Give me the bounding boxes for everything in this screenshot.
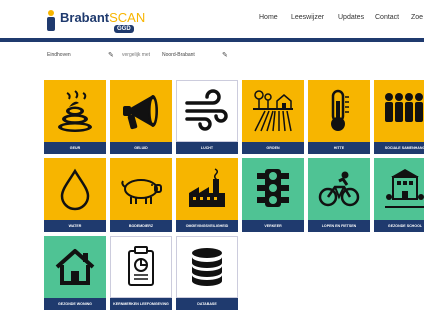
location-compare-label: vergelijk met [122, 52, 151, 58]
tile-top [242, 158, 304, 220]
cyclist-icon [318, 171, 360, 207]
nav-home[interactable]: Home [259, 14, 278, 21]
tile-gezonde-woning[interactable]: GEZONDE WONING [44, 236, 106, 310]
location-bar: Eindhoven ✎ vergelijk met Noord-Brabant … [0, 42, 424, 68]
tile-top [242, 80, 304, 142]
thermometer-icon [331, 89, 349, 131]
tile-label: GEUR [44, 142, 106, 154]
pig-icon [121, 179, 162, 204]
house-icon [55, 249, 95, 285]
tile-top [176, 236, 238, 298]
location-region[interactable]: Noord-Brabant [162, 52, 195, 58]
main-nav: Home Leeswijzer Updates Contact Zoe [0, 14, 424, 26]
poop-icon [58, 90, 92, 132]
tile-top [308, 80, 370, 142]
tile-label: VERKEER [242, 220, 304, 232]
nav-zoeken[interactable]: Zoe [411, 14, 423, 21]
tile-label: DATABASE [176, 298, 238, 310]
farm-icon [253, 90, 293, 132]
tile-label: GEZONDE SCHOOL [374, 220, 424, 232]
megaphone-icon [123, 95, 158, 130]
tile-label: OMGEVINGSVEILIGHEID [176, 220, 238, 232]
logo-badge: GGD [114, 25, 134, 33]
tile-sociale-samenhang[interactable]: SOCIALE SAMENHANG [374, 80, 424, 154]
people-icon [385, 93, 423, 122]
factory-icon [189, 168, 225, 207]
tile-label: GELUID [110, 142, 172, 154]
tile-geur[interactable]: GEUR [44, 80, 106, 154]
tile-top [44, 158, 106, 220]
tile-groen[interactable]: GROEN [242, 80, 304, 154]
tile-label: LUCHT [176, 142, 238, 154]
tile-label: LOPEN EN FIETSEN [308, 220, 370, 232]
tile-top [110, 236, 172, 298]
location-place[interactable]: Eindhoven [47, 52, 71, 58]
tile-top [44, 236, 106, 298]
tile-top [176, 80, 238, 142]
tile-lucht[interactable]: LUCHT [176, 80, 238, 154]
tile-omgevingsveiligheid[interactable]: OMGEVINGSVEILIGHEID [176, 158, 238, 232]
tile-top [374, 158, 424, 220]
tile-top [176, 158, 238, 220]
database-icon [192, 248, 222, 286]
tile-label: GEZONDE WONING [44, 298, 106, 310]
tile-label: SOCIALE SAMENHANG [374, 142, 424, 154]
report-icon [128, 246, 154, 286]
tile-hitte[interactable]: HITTE [308, 80, 370, 154]
tile-verkeer[interactable]: VERKEER [242, 158, 304, 232]
water-drop-icon [60, 168, 90, 211]
tile-lopen-en-fietsen[interactable]: LOPEN EN FIETSEN [308, 158, 370, 232]
nav-leeswijzer[interactable]: Leeswijzer [291, 14, 324, 21]
tile-geluid[interactable]: GELUID [110, 80, 172, 154]
edit-region-icon[interactable]: ✎ [222, 51, 228, 59]
tile-top [110, 80, 172, 142]
tile-label: HITTE [308, 142, 370, 154]
tile-label: BODEMDIERZ [110, 220, 172, 232]
school-icon [385, 169, 424, 208]
tile-database[interactable]: DATABASE [176, 236, 238, 310]
tile-top [110, 158, 172, 220]
tile-label: KERNMERKEN LEEFOMGEVING [110, 298, 172, 310]
tile-label: WATER [44, 220, 106, 232]
traffic-light-icon [257, 169, 289, 207]
tile-bodemdierz[interactable]: BODEMDIERZ [110, 158, 172, 232]
wind-icon [185, 89, 228, 131]
nav-contact[interactable]: Contact [375, 14, 399, 21]
tile-kernmerken-leefomgeving[interactable]: KERNMERKEN LEEFOMGEVING [110, 236, 172, 310]
edit-place-icon[interactable]: ✎ [108, 51, 114, 59]
tile-top [308, 158, 370, 220]
tile-top [374, 80, 424, 142]
nav-updates[interactable]: Updates [338, 14, 364, 21]
tile-label: GROEN [242, 142, 304, 154]
tile-gezonde-school[interactable]: GEZONDE SCHOOL [374, 158, 424, 232]
header: BrabantSCAN GGD Home Leeswijzer Updates … [0, 0, 424, 38]
tile-water[interactable]: WATER [44, 158, 106, 232]
tile-top [44, 80, 106, 142]
